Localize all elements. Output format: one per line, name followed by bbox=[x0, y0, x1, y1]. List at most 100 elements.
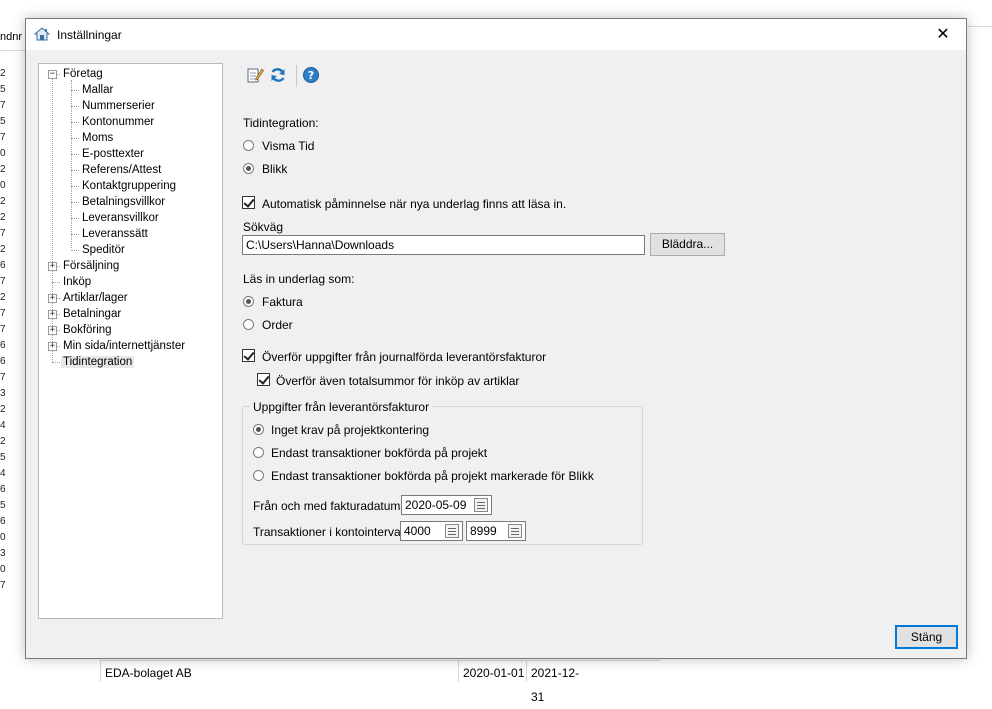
radio-faktura[interactable] bbox=[243, 296, 254, 307]
radio-only-project-label[interactable]: Endast transaktioner bokförda på projekt bbox=[271, 446, 487, 460]
tree-connector bbox=[71, 234, 79, 235]
transfer-totals-checkbox[interactable] bbox=[257, 373, 270, 386]
background-row-number: 0 bbox=[0, 180, 6, 191]
tree-item-kontaktgruppering[interactable]: Kontaktgruppering bbox=[80, 178, 178, 194]
tree-item-min-sida-internettjänster[interactable]: Min sida/internettjänster bbox=[61, 338, 187, 354]
tree-connector bbox=[52, 282, 60, 283]
background-row-number: 5 bbox=[0, 500, 6, 511]
refresh-icon[interactable] bbox=[269, 66, 287, 84]
list-icon[interactable] bbox=[445, 524, 459, 538]
auto-reminder-checkbox[interactable] bbox=[242, 196, 255, 209]
radio-order[interactable] bbox=[243, 319, 254, 330]
tree-item-artiklar-lager[interactable]: Artiklar/lager bbox=[61, 290, 130, 306]
close-button[interactable]: ✕ bbox=[920, 19, 966, 50]
background-row-number: 5 bbox=[0, 452, 6, 463]
help-icon[interactable]: ? bbox=[302, 66, 320, 84]
background-row-number: 5 bbox=[0, 84, 6, 95]
background-row-number: 0 bbox=[0, 564, 6, 575]
background-row-numbers: 2 5 7 5 7 0 2 0 2 2 7 2 6 7 2 7 7 6 6 7 3 2 4 2 5 4 6 5 6 0 3 0 7 bbox=[0, 66, 8, 594]
background-row-number: 7 bbox=[0, 228, 6, 239]
tree-item-betalningar[interactable]: Betalningar bbox=[61, 306, 123, 322]
radio-visma-tid-label[interactable]: Visma Tid bbox=[262, 139, 314, 153]
expand-icon[interactable]: + bbox=[48, 294, 57, 303]
tree-item-label: Betalningsvillkor bbox=[82, 196, 166, 208]
svg-text:?: ? bbox=[308, 69, 314, 82]
background-row-number: 2 bbox=[0, 212, 6, 223]
tree-item-tidintegration[interactable]: Tidintegration bbox=[61, 354, 135, 370]
tree-item-leveranssätt[interactable]: Leveranssätt bbox=[80, 226, 150, 242]
tree-item-speditör[interactable]: Speditör bbox=[80, 242, 127, 258]
expand-icon[interactable]: + bbox=[48, 326, 57, 335]
radio-blikk-label[interactable]: Blikk bbox=[262, 162, 287, 176]
close-dialog-button[interactable]: Stäng bbox=[895, 625, 958, 649]
dialog-titlebar[interactable]: Inställningar ✕ bbox=[26, 19, 966, 50]
tree-connector bbox=[52, 77, 53, 362]
background-row-number: 2 bbox=[0, 404, 6, 415]
background-row-number: 2 bbox=[0, 164, 6, 175]
account-from-field[interactable]: 4000 bbox=[400, 521, 463, 541]
date-field[interactable]: 2020-05-09 bbox=[401, 495, 492, 515]
edit-icon[interactable] bbox=[246, 66, 264, 84]
radio-blikk[interactable] bbox=[243, 163, 254, 174]
calendar-icon[interactable] bbox=[474, 498, 488, 512]
radio-visma-tid[interactable] bbox=[243, 140, 254, 151]
expand-icon[interactable]: + bbox=[48, 262, 57, 271]
background-header-text: ndnr bbox=[0, 31, 23, 43]
transfer-totals-label[interactable]: Överför även totalsummor för inköp av ar… bbox=[276, 374, 519, 388]
tree-item-betalningsvillkor[interactable]: Betalningsvillkor bbox=[80, 194, 167, 210]
sokvag-input[interactable] bbox=[242, 235, 645, 255]
background-row-number: 2 bbox=[0, 244, 6, 255]
tree-item-label: Kontonummer bbox=[82, 116, 155, 128]
tree-item-bokföring[interactable]: Bokföring bbox=[61, 322, 114, 338]
radio-faktura-label[interactable]: Faktura bbox=[262, 295, 303, 309]
transfer-checkbox[interactable] bbox=[242, 349, 255, 362]
settings-dialog: Inställningar ✕ Företag − Mallar Nummerseri… bbox=[25, 18, 967, 659]
collapse-icon[interactable]: − bbox=[48, 70, 57, 79]
tree-item-label: Bokföring bbox=[63, 324, 112, 336]
account-to-field[interactable]: 8999 bbox=[466, 521, 526, 541]
tree-item-referens-attest[interactable]: Referens/Attest bbox=[80, 162, 163, 178]
tree-item-kontonummer[interactable]: Kontonummer bbox=[80, 114, 156, 130]
background-row-number: 4 bbox=[0, 468, 6, 479]
tree-item-företag[interactable]: Företag bbox=[61, 66, 105, 82]
background-table-row[interactable]: EDA-bolaget AB 2020-01-01 2021-12-31 bbox=[100, 660, 660, 704]
tree-item-e-posttexter[interactable]: E-posttexter bbox=[80, 146, 146, 162]
radio-order-label[interactable]: Order bbox=[262, 318, 293, 332]
house-icon bbox=[34, 27, 50, 41]
background-row-number: 2 bbox=[0, 196, 6, 207]
las-in-label: Läs in underlag som: bbox=[243, 272, 355, 286]
tree-item-label: Min sida/internettjänster bbox=[63, 340, 186, 352]
account-to-value: 8999 bbox=[470, 524, 497, 538]
background-row-number: 7 bbox=[0, 324, 6, 335]
tree-connector bbox=[71, 154, 79, 155]
tree-item-label: Leveranssätt bbox=[82, 228, 148, 240]
browse-button[interactable]: Bläddra... bbox=[650, 233, 725, 256]
list-icon[interactable] bbox=[508, 524, 522, 538]
settings-tree[interactable]: Företag − Mallar Nummerserier Kontonummer Mom… bbox=[38, 63, 223, 619]
tree-item-label: E-posttexter bbox=[82, 148, 144, 160]
tree-item-label: Moms bbox=[82, 132, 114, 144]
radio-only-project-blikk-label[interactable]: Endast transaktioner bokförda på projekt… bbox=[271, 469, 594, 483]
tree-item-nummerserier[interactable]: Nummerserier bbox=[80, 98, 157, 114]
close-dialog-button-label: Stäng bbox=[910, 630, 943, 644]
tree-item-inköp[interactable]: Inköp bbox=[61, 274, 93, 290]
tree-item-mallar[interactable]: Mallar bbox=[80, 82, 115, 98]
radio-no-requirement-label[interactable]: Inget krav på projektkontering bbox=[271, 423, 429, 437]
tree-item-label: Kontaktgruppering bbox=[82, 180, 176, 192]
auto-reminder-label[interactable]: Automatisk påminnelse när nya underlag f… bbox=[262, 197, 566, 211]
tree-item-label: Speditör bbox=[82, 244, 125, 256]
transfer-label[interactable]: Överför uppgifter från journalförda leve… bbox=[262, 350, 546, 364]
expand-icon[interactable]: + bbox=[48, 342, 57, 351]
tree-connector bbox=[71, 90, 79, 91]
background-row-number: 3 bbox=[0, 548, 6, 559]
expand-icon[interactable]: + bbox=[48, 310, 57, 319]
tree-item-moms[interactable]: Moms bbox=[80, 130, 115, 146]
radio-no-requirement[interactable] bbox=[253, 424, 264, 435]
tree-item-försäljning[interactable]: Försäljning bbox=[61, 258, 121, 274]
tree-item-leveransvillkor[interactable]: Leveransvillkor bbox=[80, 210, 161, 226]
toolbar-separator bbox=[296, 65, 297, 87]
radio-only-project-blikk[interactable] bbox=[253, 470, 264, 481]
tree-connector bbox=[71, 170, 79, 171]
date-label: Från och med fakturadatum: bbox=[253, 499, 404, 513]
radio-only-project[interactable] bbox=[253, 447, 264, 458]
